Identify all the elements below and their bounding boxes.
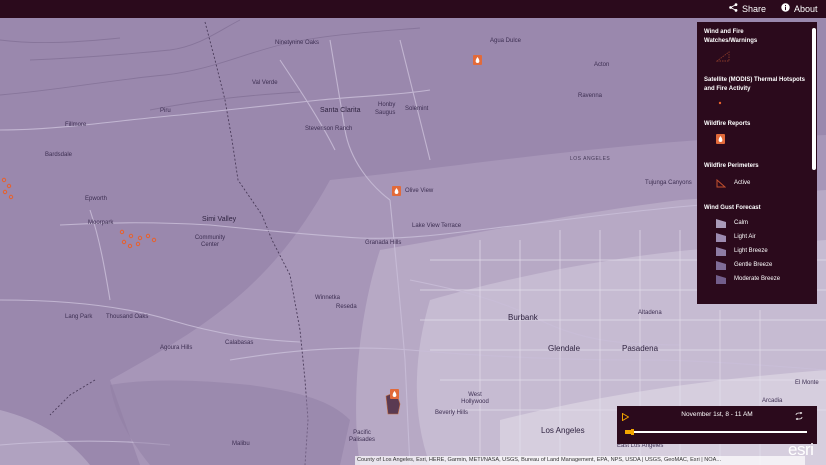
map-label-tujunga: Tujunga Canyons [645,180,692,186]
map-label-pasadena: Pasadena [622,344,659,353]
active-perimeter-icon [716,178,726,187]
map-label-community-center: Community Center [194,235,226,248]
map-label-malibu: Malibu [232,441,250,447]
map-label-ravenna: Ravenna [578,93,603,99]
legend-item-active-label: Active [734,180,751,186]
esri-logo: esri [788,440,814,459]
map-label-solemint: Solemint [405,106,429,112]
legend-item-calm: Calm [716,216,808,230]
map-label-ninetynine-oaks: Ninetynine Oaks [275,40,320,46]
about-label: About [794,4,818,14]
legend-title-reports: Wildfire Reports [704,121,751,127]
legend-title-watches: Wind and Fire Watches/Warnings [704,29,758,44]
map-label-piru: Piru [160,108,171,114]
time-slider-panel: November 1st, 8 - 11 AM [617,406,817,444]
legend-item-gentle-breeze-label: Gentle Breeze [734,262,773,268]
legend-section-perimeters: Wildfire Perimeters Active [704,162,808,204]
time-slider-label: November 1st, 8 - 11 AM [681,411,753,418]
map-label-saugus: Saugus [375,110,396,116]
gentle-breeze-swatch-icon [716,260,726,270]
map-label-stevenson-ranch: Stevenson Ranch [305,126,353,132]
legend-item-gentle-breeze: Gentle Breeze [716,258,808,272]
top-bar: Share About [0,0,826,18]
map-label-reseda: Reseda [336,304,357,310]
map-label-epworth: Epworth [85,196,108,202]
map-label-thousand-oaks: Thousand Oaks [106,314,149,320]
map-label-honby: Honby [378,102,396,108]
map-label-lang-park: Lang Park [65,314,93,320]
legend-title-satellite: Satellite (MODIS) Thermal Hotspots and F… [704,77,806,92]
time-slider-track[interactable] [625,429,807,435]
share-button[interactable]: Share [729,0,766,18]
map-label-granada-hills: Granada Hills [365,240,402,246]
legend-section-satellite: Satellite (MODIS) Thermal Hotspots and F… [704,76,808,120]
legend-panel[interactable]: Wind and Fire Watches/Warnings Satellite… [697,22,817,304]
loop-icon[interactable] [795,412,803,420]
map-label-winnetka: Winnetka [315,295,341,301]
map-label-burbank: Burbank [508,313,538,322]
time-slider-handle[interactable] [631,429,634,435]
watch-warning-polygon-icon [716,51,730,62]
light-breeze-swatch-icon [716,246,726,256]
map-label-fillmore: Fillmore [65,122,87,128]
share-icon [729,0,738,18]
map-label-acton: Acton [594,62,610,68]
share-label: Share [742,4,767,14]
map-label-agoura-hills: Agoura Hills [160,345,193,351]
map-label-simi-valley: Simi Valley [202,216,237,223]
map-label-los-angeles-county: LOS ANGELES [570,156,611,162]
map-label-el-monte: El Monte [795,380,819,386]
legend-section-reports: Wildfire Reports [704,120,808,162]
legend-item-light-breeze: Light Breeze [716,244,808,258]
map-label-glendale: Glendale [548,344,581,353]
map-label-arcadia: Arcadia [762,398,783,404]
legend-title-wind: Wind Gust Forecast [704,205,761,211]
calm-swatch-icon [716,218,726,228]
map-label-lake-view-terrace: Lake View Terrace [412,223,462,229]
legend-section-wind: Wind Gust Forecast Calm Light Air Light … [704,204,808,286]
legend-item-light-breeze-label: Light Breeze [734,248,768,254]
hotspot-icon [718,101,722,105]
legend-item-moderate-breeze-label: Moderate Breeze [734,276,781,282]
map-attribution: County of Los Angeles, Esri, HERE, Garmi… [355,456,805,465]
map-label-west-hollywood: West Hollywood [461,392,489,405]
map-label-calabasas: Calabasas [225,340,254,346]
about-button[interactable]: About [781,0,818,18]
map-label-altadena: Altadena [638,310,662,316]
legend-item-light-air: Light Air [716,230,808,244]
legend-item-calm-label: Calm [734,220,749,226]
legend-title-perimeters: Wildfire Perimeters [704,163,759,169]
moderate-breeze-swatch-icon [716,274,726,284]
map-label-bardsdale: Bardsdale [45,152,73,158]
map-label-moorpark: Moorpark [88,220,114,226]
legend-item-active: Active [716,176,808,190]
light-air-swatch-icon [716,232,726,242]
map-label-agua-dulce: Agua Dulce [490,38,522,44]
legend-item-moderate-breeze: Moderate Breeze [716,272,808,286]
map-label-olive-view: Olive View [405,188,434,194]
legend-section-watches: Wind and Fire Watches/Warnings [704,28,808,76]
map-label-santa-clarita: Santa Clarita [320,107,361,114]
map-label-pacific-palisades: Pacific Palisades [348,430,375,443]
info-icon [781,0,790,18]
legend-scrollbar[interactable] [812,28,816,170]
map-label-los-angeles: Los Angeles [541,426,585,435]
wildfire-report-icon [716,134,725,144]
legend-item-light-air-label: Light Air [734,234,756,240]
map-label-beverly-hills: Beverly Hills [435,410,469,416]
map-label-val-verde: Val Verde [252,80,278,86]
